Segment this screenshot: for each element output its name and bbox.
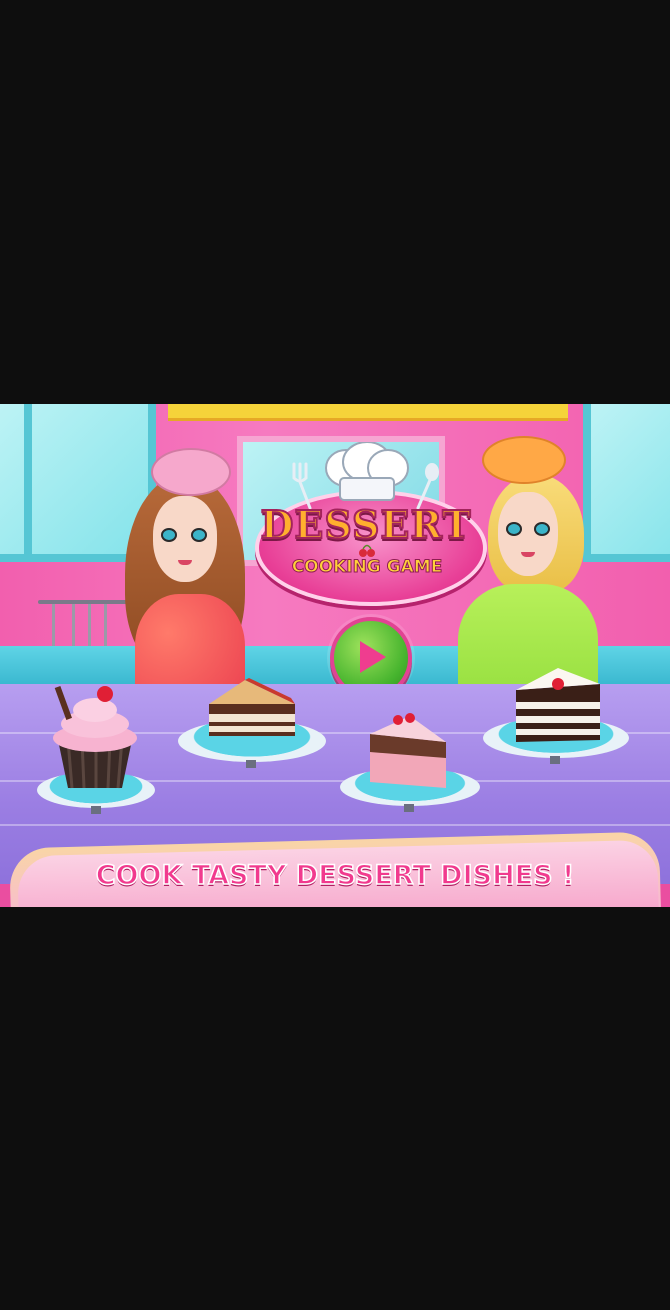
chef-hat-icon bbox=[325, 442, 409, 501]
chef-hat-icon bbox=[482, 436, 566, 484]
cake-slice-icon bbox=[209, 678, 295, 736]
game-title: DESSERT bbox=[259, 501, 472, 548]
cupcake-icon bbox=[53, 685, 137, 789]
tagline-text: COOK TASTY DESSERT DISHES ! bbox=[95, 859, 575, 892]
window-right bbox=[583, 404, 670, 562]
letterbox-top bbox=[0, 0, 670, 404]
shelf-trim bbox=[168, 404, 568, 421]
cake-slice-icon bbox=[370, 713, 446, 788]
letterbox-bottom bbox=[0, 907, 670, 1310]
cake-slice-icon bbox=[516, 668, 600, 742]
cherry-icon bbox=[359, 544, 375, 557]
game-subtitle: COOKING GAME bbox=[291, 557, 443, 578]
play-icon bbox=[360, 641, 386, 673]
title-screen: DESSERT COOKING GAME COOK TASTY DESSERT … bbox=[0, 404, 670, 907]
chef-hat-icon bbox=[151, 448, 231, 496]
